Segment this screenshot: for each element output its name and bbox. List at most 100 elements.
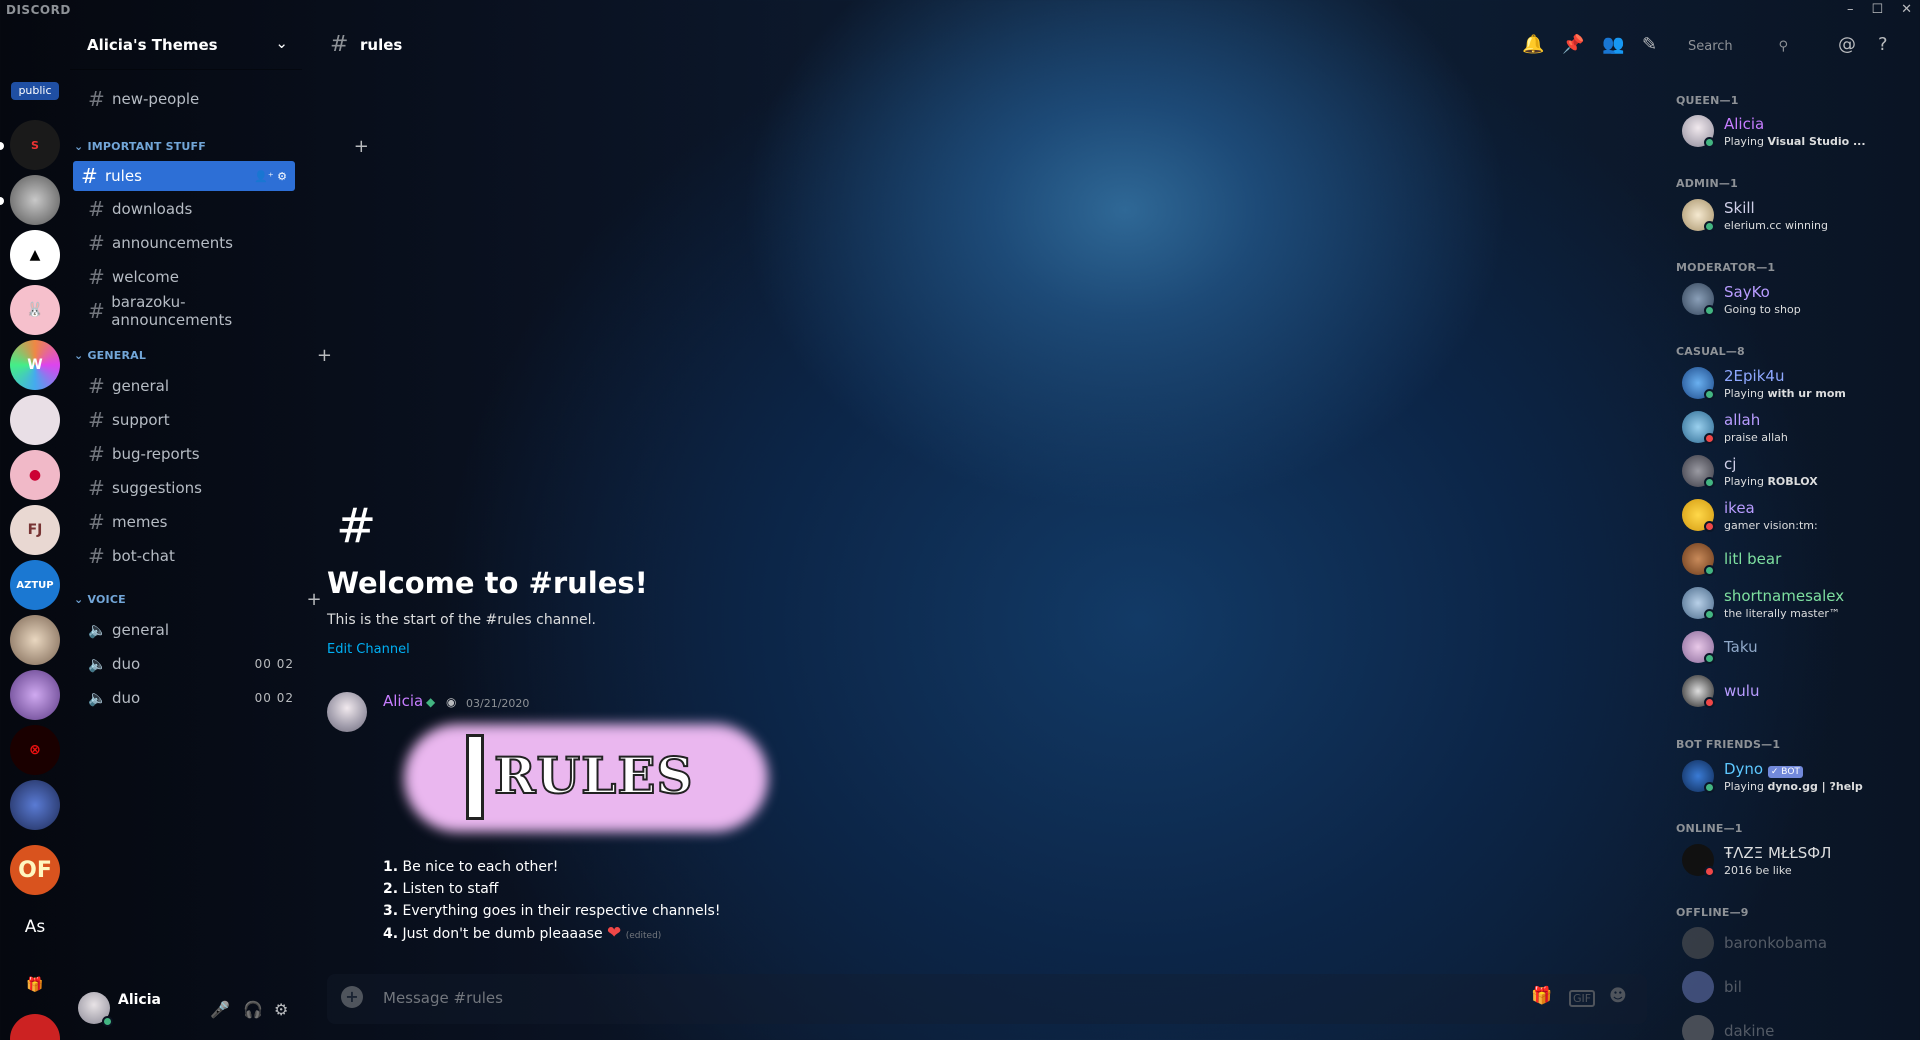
member-sayko[interactable]: SayKo Going to shop [1676, 278, 1916, 320]
channel-general[interactable]: # general [80, 371, 300, 401]
rules-image[interactable]: RULES [404, 724, 768, 832]
server-icon-3name[interactable]: ▲ [10, 230, 60, 280]
voice-channel-duo[interactable]: 🔈 duo 00 02 [80, 683, 300, 713]
hash-icon: # [88, 544, 105, 568]
role-header: ONLINE—1 [1676, 822, 1743, 835]
bot-tag: ✓ BOT [1767, 766, 1803, 778]
member-ikea[interactable]: ikea gamer vision:tm: [1676, 494, 1916, 536]
member-allah[interactable]: allah praise allah [1676, 406, 1916, 448]
member-alicia[interactable]: Alicia Playing Visual Studio ... [1676, 110, 1916, 152]
category-voice[interactable]: ⌄ VOICE + [74, 589, 322, 611]
member-faze-mllsfl[interactable]: ŦΛZΞ MŁŁSФЛ 2016 be like [1676, 839, 1916, 881]
maximize-button[interactable]: ☐ [1871, 2, 1883, 17]
server-icon-scripts[interactable]: S [10, 120, 60, 170]
server-icon-of[interactable]: OF [10, 845, 60, 895]
guild-name: Alicia's Themes [87, 36, 218, 54]
channel-support[interactable]: # support [80, 405, 300, 435]
server-icon-partial[interactable] [10, 1014, 60, 1040]
member-skill[interactable]: Skill elerium.cc winning [1676, 194, 1916, 236]
status-dot [1704, 433, 1715, 444]
server-icon-w[interactable]: W [10, 340, 60, 390]
server-icon-dog[interactable] [10, 615, 60, 665]
server-icon-char[interactable] [10, 780, 60, 830]
members-icon[interactable]: 👥 [1602, 34, 1624, 55]
edit-notes-icon[interactable]: ✎ [1642, 34, 1657, 55]
server-icon-fj[interactable]: FJ [10, 505, 60, 555]
role-header: QUEEN—1 [1676, 94, 1739, 107]
rules-list: 1. Be nice to each other! 2. Listen to s… [383, 856, 720, 947]
channel-downloads[interactable]: # downloads [80, 194, 300, 224]
server-icon-anime[interactable] [10, 395, 60, 445]
bell-icon[interactable]: 🔔 [1522, 34, 1544, 55]
status-dot [1704, 565, 1715, 576]
channel-barazoku-announcements[interactable]: # barazoku-announcements [80, 293, 300, 329]
close-button[interactable]: ✕ [1901, 2, 1912, 17]
hash-icon: # [88, 265, 105, 289]
channel-welcome[interactable]: # welcome [80, 262, 300, 292]
server-icon-raccoon[interactable] [10, 175, 60, 225]
member-name: Dyno ✓ BOT [1724, 760, 1803, 778]
gif-icon[interactable]: GIF [1569, 990, 1596, 1007]
channel-new-people[interactable]: # new-people [80, 84, 300, 114]
emoji-icon[interactable]: ☻ [1609, 986, 1627, 1006]
speaker-icon: 🔈 [88, 621, 107, 639]
server-icon-bunny[interactable]: 🐰 [10, 285, 60, 335]
mute-icon[interactable]: 🎤 [210, 1000, 230, 1019]
search-input[interactable]: Search ⚲ [1682, 35, 1792, 59]
rule-item: 3. Everything goes in their respective c… [383, 903, 721, 919]
pin-icon[interactable]: 📌 [1562, 34, 1584, 55]
member-litl-bear[interactable]: litl bear [1676, 538, 1916, 580]
guild-header[interactable]: Alicia's Themes ⌄ [70, 22, 302, 70]
channel-rules[interactable]: # rules 👤⁺ ⚙ [73, 161, 295, 191]
channel-memes[interactable]: # memes [80, 507, 300, 537]
channel-announcements[interactable]: # announcements [80, 228, 300, 258]
member-cj[interactable]: cj Playing ROBLOX [1676, 450, 1916, 492]
member-2epik4u[interactable]: 2Epik4u Playing with ur mom [1676, 362, 1916, 404]
add-channel-icon[interactable]: + [307, 589, 322, 610]
channel-bot-chat[interactable]: # bot-chat [80, 541, 300, 571]
voice-channel-duo[interactable]: 🔈 duo 00 02 [80, 649, 300, 679]
add-channel-icon[interactable]: + [317, 345, 332, 366]
server-icon-raspberry[interactable]: ● [10, 450, 60, 500]
add-channel-icon[interactable]: + [354, 136, 369, 157]
cursor-bar [466, 734, 484, 820]
voice-channel-general[interactable]: 🔈 general [80, 615, 300, 645]
category-general[interactable]: ⌄ GENERAL + [74, 345, 332, 367]
minimize-button[interactable]: – [1847, 2, 1854, 17]
settings-gear-icon[interactable]: ⚙ [274, 1000, 288, 1019]
message-avatar[interactable] [327, 692, 367, 732]
server-icon-purple[interactable] [10, 670, 60, 720]
help-icon[interactable]: ? [1878, 34, 1888, 55]
member-dyno[interactable]: Dyno ✓ BOT Playing dyno.gg | ?help [1676, 755, 1916, 797]
invite-settings-icons[interactable]: 👤⁺ ⚙ [254, 170, 287, 183]
status-dot [1704, 609, 1715, 620]
server-icon-as[interactable]: As [10, 902, 60, 952]
member-bil[interactable]: bil [1676, 966, 1916, 1008]
heart-icon: ❤ [607, 923, 622, 943]
member-wulu[interactable]: wulu [1676, 670, 1916, 712]
member-dakine[interactable]: dakine [1676, 1010, 1916, 1040]
member-name: ikea [1724, 499, 1755, 517]
hash-icon: # [330, 32, 349, 57]
server-list: public S ▲ 🐰 W ● FJ AZTUP ⊗ OF As 🎁 [0, 22, 70, 1040]
upload-plus-icon[interactable]: + [341, 986, 363, 1008]
gift-server-icon[interactable]: 🎁 [10, 960, 60, 1010]
category-important-stuff[interactable]: ⌄ IMPORTANT STUFF + [74, 136, 369, 158]
member-name: allah [1724, 411, 1761, 429]
edit-channel-link[interactable]: Edit Channel [327, 642, 410, 657]
member-baronkobama[interactable]: baronkobama [1676, 922, 1916, 964]
channel-suggestions[interactable]: # suggestions [80, 473, 300, 503]
member-name: 2Epik4u [1724, 367, 1785, 385]
gift-icon[interactable]: 🎁 [1531, 986, 1552, 1006]
user-status-dot [102, 1016, 113, 1027]
member-shortnamesalex[interactable]: shortnamesalex the literally master™ [1676, 582, 1916, 624]
message-author[interactable]: Alicia [383, 692, 423, 710]
mentions-icon[interactable]: @ [1838, 34, 1856, 55]
member-taku[interactable]: Taku [1676, 626, 1916, 668]
headphones-icon[interactable]: 🎧 [243, 1000, 263, 1019]
channel-bug-reports[interactable]: # bug-reports [80, 439, 300, 469]
message-input[interactable]: + Message #rules 🎁 GIF ☻ [327, 974, 1647, 1024]
server-icon-aztup[interactable]: AZTUP [10, 560, 60, 610]
title-bar: DISCORD – ☐ ✕ [0, 0, 1920, 22]
server-icon-red[interactable]: ⊗ [10, 725, 60, 775]
